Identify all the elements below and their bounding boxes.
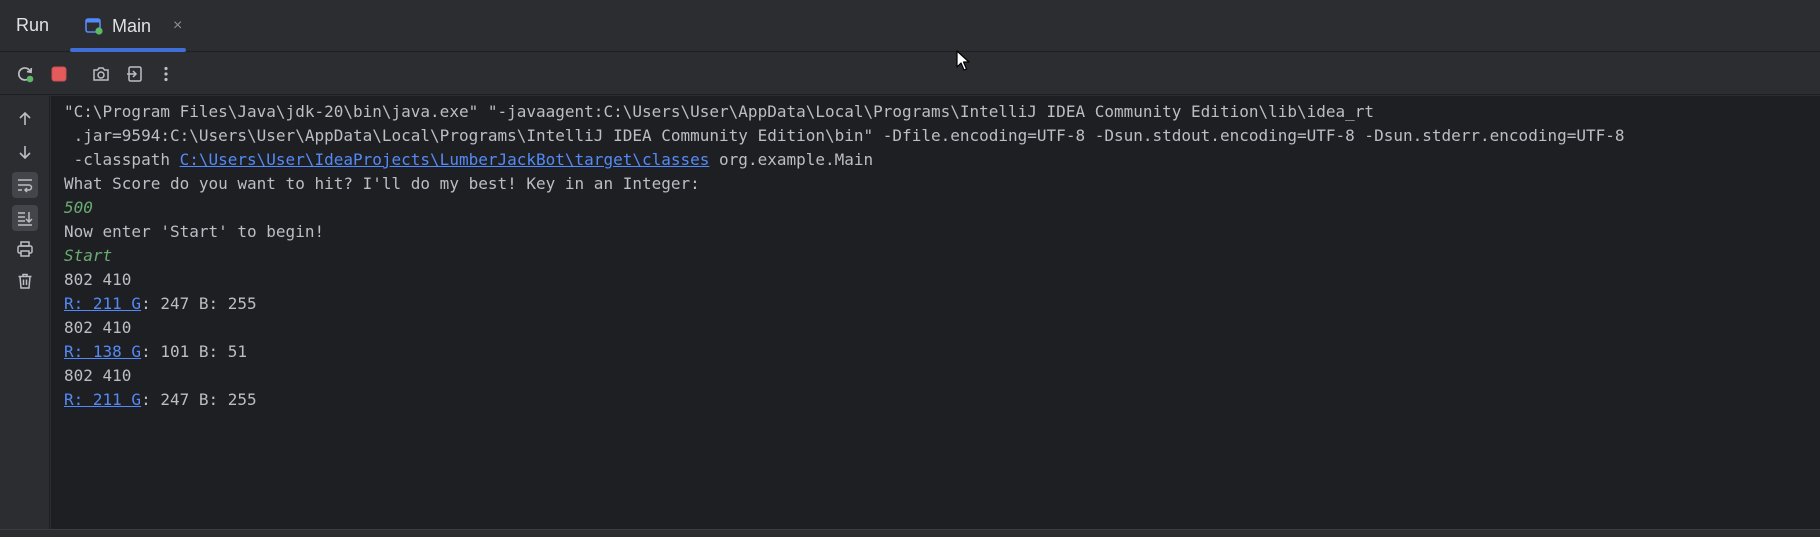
close-icon[interactable]: × [173, 17, 182, 35]
rgb-output-line: R: 138 G: 101 B: 51 [64, 340, 247, 364]
rgb-link[interactable]: R: 211 G [64, 294, 141, 313]
console-side-toolbar [0, 96, 50, 529]
mouse-cursor-icon [956, 50, 972, 77]
user-input-line: Start [64, 246, 113, 265]
classpath-link[interactable]: C:\Users\User\IdeaProjects\LumberJackBot… [180, 150, 710, 169]
run-toolbar [0, 53, 1820, 95]
user-input-line: 500 [64, 198, 93, 217]
command-line: .jar=9594:C:\Users\User\AppData\Local\Pr… [64, 126, 1625, 145]
stop-icon[interactable] [47, 62, 71, 86]
active-tab-indicator [70, 48, 186, 52]
application-icon [84, 16, 104, 36]
rgb-link[interactable]: R: 138 G [64, 342, 141, 361]
more-icon[interactable] [154, 62, 178, 86]
output-line: What Score do you want to hit? I'll do m… [64, 174, 700, 193]
tab-label: Main [112, 15, 152, 36]
output-line: 802 410 [64, 270, 132, 289]
classpath-prefix: -classpath [64, 150, 180, 169]
status-strip [0, 529, 1820, 537]
command-line-classpath: -classpath C:\Users\User\IdeaProjects\Lu… [64, 148, 874, 172]
trash-icon[interactable] [12, 268, 38, 294]
output-line: 802 410 [64, 366, 132, 385]
soft-wrap-icon[interactable] [12, 172, 38, 198]
run-tool-window-header: Run Main × [0, 0, 1820, 52]
output-line: Now enter 'Start' to begin! [64, 222, 325, 241]
rerun-icon[interactable] [13, 62, 37, 86]
command-line: "C:\Program Files\Java\jdk-20\bin\java.e… [64, 102, 1375, 121]
arrow-up-icon[interactable] [12, 106, 38, 132]
rgb-link[interactable]: R: 211 G [64, 390, 141, 409]
exit-icon[interactable] [123, 62, 147, 86]
tab-main[interactable]: Main × [70, 0, 186, 52]
console-output[interactable]: "C:\Program Files\Java\jdk-20\bin\java.e… [51, 96, 1820, 529]
output-line: 802 410 [64, 318, 132, 337]
main-class: org.example.Main [709, 150, 874, 169]
tool-window-title: Run [16, 15, 50, 35]
camera-icon[interactable] [89, 62, 113, 86]
print-icon[interactable] [12, 236, 38, 262]
scroll-to-end-icon[interactable] [12, 205, 38, 231]
rgb-output-line: R: 211 G: 247 B: 255 [64, 388, 257, 412]
rgb-rest: : 247 B: 255 [141, 294, 257, 313]
rgb-rest: : 101 B: 51 [141, 342, 248, 361]
rgb-rest: : 247 B: 255 [141, 390, 257, 409]
rgb-output-line: R: 211 G: 247 B: 255 [64, 292, 257, 316]
arrow-down-icon[interactable] [12, 139, 38, 165]
